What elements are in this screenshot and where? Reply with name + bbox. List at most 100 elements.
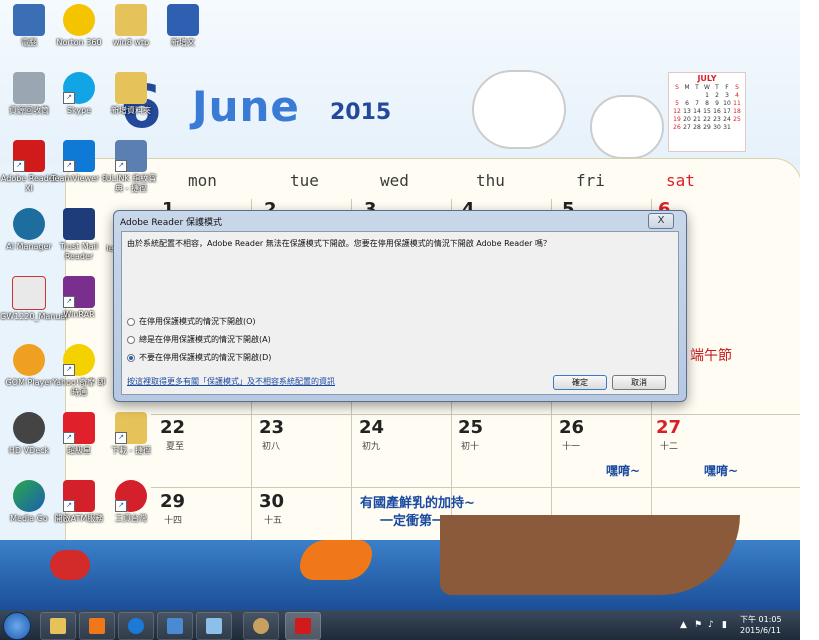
mini-cal-day: 19 xyxy=(673,115,681,123)
desktop-icon-skype[interactable]: ↗ Skype xyxy=(50,72,108,116)
mini-cal-day: 20 xyxy=(683,115,691,123)
desktop-icon-downloads[interactable]: ↗ 下載 - 捷徑 xyxy=(102,412,160,456)
media-go-icon xyxy=(13,480,45,512)
taskbar-notes[interactable] xyxy=(196,612,232,640)
clock-date[interactable]: 2015/6/11 xyxy=(740,626,781,635)
desktop-icon-yahoo[interactable]: ↗ Yahoo!奇摩 即時通 xyxy=(50,344,108,398)
mini-cal-day: 6 xyxy=(685,99,689,107)
mini-cal-day xyxy=(672,91,682,99)
option-open-disabled[interactable]: 在停用保護模式的情況下開啟(O) xyxy=(127,316,256,327)
desktop-icon-teamviewer[interactable]: ↗ TeamViewer 8 xyxy=(50,140,108,184)
desktop-icon-newdoc[interactable]: 新增文 xyxy=(154,4,212,48)
taskbar: ▲ ⚑ ♪ ▮ 下午 01:05 2015/6/11 xyxy=(0,610,800,640)
norton-icon xyxy=(63,4,95,36)
start-button[interactable] xyxy=(3,612,31,640)
ok-button[interactable]: 確定 xyxy=(553,375,607,390)
dialog-body: 由於系統配置不相容，Adobe Reader 無法在保護模式下開啟。您要在停用保… xyxy=(121,231,679,395)
mini-cal-day: 21 xyxy=(693,115,701,123)
taskbar-adobe-reader[interactable] xyxy=(285,612,321,640)
date-cell: 25 xyxy=(458,417,484,438)
option-do-not-open[interactable]: 不要在停用保護模式的情況下開啟(D) xyxy=(127,352,271,363)
desktop-icon-atm[interactable]: ↗ 開啟ATM服務 xyxy=(50,480,108,524)
mini-cal-day: 28 xyxy=(693,123,701,131)
more-info-link[interactable]: 按這裡取得更多有關「保護模式」及不相容系統配置的資訊 xyxy=(127,376,335,387)
grid-line xyxy=(151,414,800,415)
taskbar-remote-desktop[interactable] xyxy=(157,612,193,640)
radio-selected-icon[interactable] xyxy=(127,353,135,362)
salary-app-icon: ↗ xyxy=(115,480,147,512)
mini-cal-day: 22 xyxy=(703,115,711,123)
clock-time[interactable]: 下午 01:05 xyxy=(740,614,782,625)
media-player-icon xyxy=(89,618,105,634)
desktop-icon-label: 新增文 xyxy=(171,38,195,47)
desktop-icon-newfolder[interactable]: 新增資料夾 xyxy=(102,72,160,116)
mini-cal-day: 9 xyxy=(715,99,719,107)
adobe-reader-icon: ↗ xyxy=(13,140,45,172)
mini-cal-day: 13 xyxy=(683,107,691,115)
desktop-icon-winrar[interactable]: ↗ WinRAR xyxy=(50,276,108,320)
taskbar-media-player[interactable] xyxy=(79,612,115,640)
network-icon[interactable]: ▮ xyxy=(722,620,727,630)
boat-illustration xyxy=(440,515,740,595)
date-cell: 26 xyxy=(559,417,585,438)
desktop-icon-label: Yahoo!奇摩 即時通 xyxy=(52,378,106,397)
word-doc-icon xyxy=(167,4,199,36)
option-label: 總是在停用保護模式的情況下開啟(A) xyxy=(139,335,271,344)
download-folder-icon: ↗ xyxy=(115,412,147,444)
mini-cal-day: 10 xyxy=(723,99,731,107)
volume-icon[interactable]: ♪ xyxy=(708,620,714,630)
option-label: 不要在停用保護模式的情況下開啟(D) xyxy=(139,353,272,362)
desktop-icon-ulink[interactable]: ↗ ULINK 指紋寶典 - 捷徑 xyxy=(102,140,160,194)
option-label: 在停用保護模式的情況下開啟(O) xyxy=(139,317,256,326)
date-cell: 24 xyxy=(359,417,385,438)
month-title: June xyxy=(192,82,300,131)
slogan-line: 有國產鮮乳的加持~ xyxy=(360,496,475,511)
date-cell: 23 xyxy=(259,417,285,438)
mini-cal-day: 18 xyxy=(733,107,741,115)
teamviewer-icon: ↗ xyxy=(63,140,95,172)
mini-cal-day: 26 xyxy=(673,123,681,131)
desktop-icon-label: WinRAR xyxy=(63,310,95,319)
mini-cal-day: 12 xyxy=(673,107,681,115)
desktop-icon-label: ULINK 指紋寶典 - 捷徑 xyxy=(105,174,157,193)
date-cell: 27 xyxy=(656,417,682,438)
weekday-label: wed xyxy=(380,171,409,190)
date-cell: 29 xyxy=(160,491,186,512)
desktop-icon-norton[interactable]: Norton 360 xyxy=(50,4,108,48)
desktop-icon-superstar[interactable]: ↗ 超級星 xyxy=(50,412,108,456)
taskbar-paint[interactable] xyxy=(243,612,279,640)
radio-icon[interactable] xyxy=(127,335,135,344)
fish-illustration xyxy=(50,550,90,580)
yahoo-messenger-icon: ↗ xyxy=(63,344,95,376)
close-button[interactable]: X xyxy=(648,213,674,229)
weekday-label: mon xyxy=(188,171,217,190)
cancel-button[interactable]: 取消 xyxy=(612,375,666,390)
superstar-icon: ↗ xyxy=(63,412,95,444)
lunar-date: 十四 xyxy=(164,516,183,526)
grid-line xyxy=(151,487,800,488)
mini-calendar-head: S xyxy=(675,83,679,91)
desktop-icon-salary[interactable]: ↗ 工資台灣 xyxy=(102,480,160,524)
option-always-open-disabled[interactable]: 總是在停用保護模式的情況下開啟(A) xyxy=(127,334,271,345)
desktop-icon-label: 超級星 xyxy=(67,446,91,455)
taskbar-internet-explorer[interactable] xyxy=(118,612,154,640)
mini-cal-day: 11 xyxy=(733,99,741,107)
folder-icon xyxy=(50,618,66,634)
holiday-note: 端午節 xyxy=(690,348,732,364)
dialog-titlebar[interactable]: Adobe Reader 保護模式 X xyxy=(114,211,686,231)
mini-cal-day: 25 xyxy=(733,115,741,123)
folder-icon xyxy=(115,4,147,36)
twca-icon xyxy=(63,208,95,240)
action-center-icon[interactable]: ⚑ xyxy=(694,620,702,630)
fish-illustration xyxy=(300,540,372,580)
desktop-icon-label: TeamViewer 8 xyxy=(51,174,107,183)
taskbar-explorer[interactable] xyxy=(40,612,76,640)
show-hidden-icons-icon[interactable]: ▲ xyxy=(680,620,687,630)
radio-icon[interactable] xyxy=(127,317,135,326)
desktop-icon-label: Skype xyxy=(66,106,92,115)
mini-calendar-head: M xyxy=(684,83,690,91)
desktop-icon-win8[interactable]: win8 wtp xyxy=(102,4,160,48)
lunar-date: 十五 xyxy=(264,516,283,526)
hd-vdeck-icon xyxy=(13,412,45,444)
desktop: 6 June 2015 JULY S M T W T F S 1234 5678… xyxy=(0,0,800,640)
